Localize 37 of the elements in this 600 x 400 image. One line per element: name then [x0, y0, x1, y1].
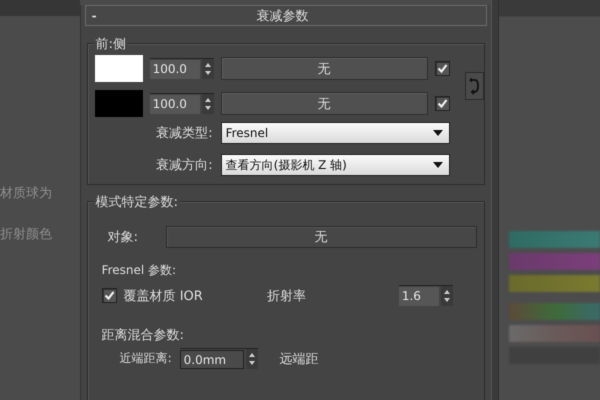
checkbox-label: 覆盖材质 IOR	[124, 288, 203, 304]
number-field[interactable]: 0.0mm	[180, 350, 244, 368]
object-button[interactable]: 无	[166, 226, 477, 248]
number-field[interactable]: 1.6	[398, 286, 439, 306]
checkbox[interactable]	[102, 288, 117, 303]
group-title: 前:侧	[94, 35, 128, 53]
group-title: 模式特定参数:	[94, 193, 180, 211]
number-field[interactable]: 100.0	[150, 94, 200, 114]
section-label: 距离混合参数:	[102, 327, 184, 344]
spinner-arrows-icon[interactable]	[440, 286, 453, 306]
spinner-arrows-icon[interactable]	[202, 94, 214, 114]
rollout-title-bar[interactable]: - 衰减参数	[84, 5, 487, 26]
collapse-toggle[interactable]: -	[92, 8, 106, 22]
background-text: 材质球为	[0, 185, 52, 202]
section-label: Fresnel 参数:	[102, 262, 176, 279]
field-label: 折射率	[266, 288, 306, 304]
checkbox[interactable]	[434, 61, 450, 76]
spinner-arrows-icon[interactable]	[246, 349, 258, 369]
dropdown-caret-icon	[432, 130, 443, 136]
checkbox[interactable]	[434, 96, 450, 111]
rollout-title: 衰减参数	[256, 8, 310, 24]
field-label: 近端距离:	[120, 350, 172, 367]
field-label: 远端距	[280, 350, 319, 368]
field-label: 衰减类型:	[155, 125, 214, 142]
field-label: 衰减方向:	[155, 157, 214, 174]
dropdown[interactable]: 查看方向(摄影机 Z 轴)	[220, 154, 450, 176]
background-text: 折射颜色	[0, 226, 52, 243]
number-field[interactable]: 100.0	[150, 60, 200, 78]
dropdown[interactable]: Fresnel	[220, 122, 450, 144]
map-button[interactable]: 无	[220, 92, 428, 115]
field-label: 对象:	[106, 229, 139, 246]
spinner-arrows-icon[interactable]	[202, 59, 214, 79]
dropdown-caret-icon	[432, 162, 443, 168]
swap-arrows-icon	[468, 77, 480, 95]
map-button[interactable]: 无	[220, 57, 428, 80]
color-swatch[interactable]	[94, 90, 143, 117]
color-swatch[interactable]	[94, 55, 143, 82]
